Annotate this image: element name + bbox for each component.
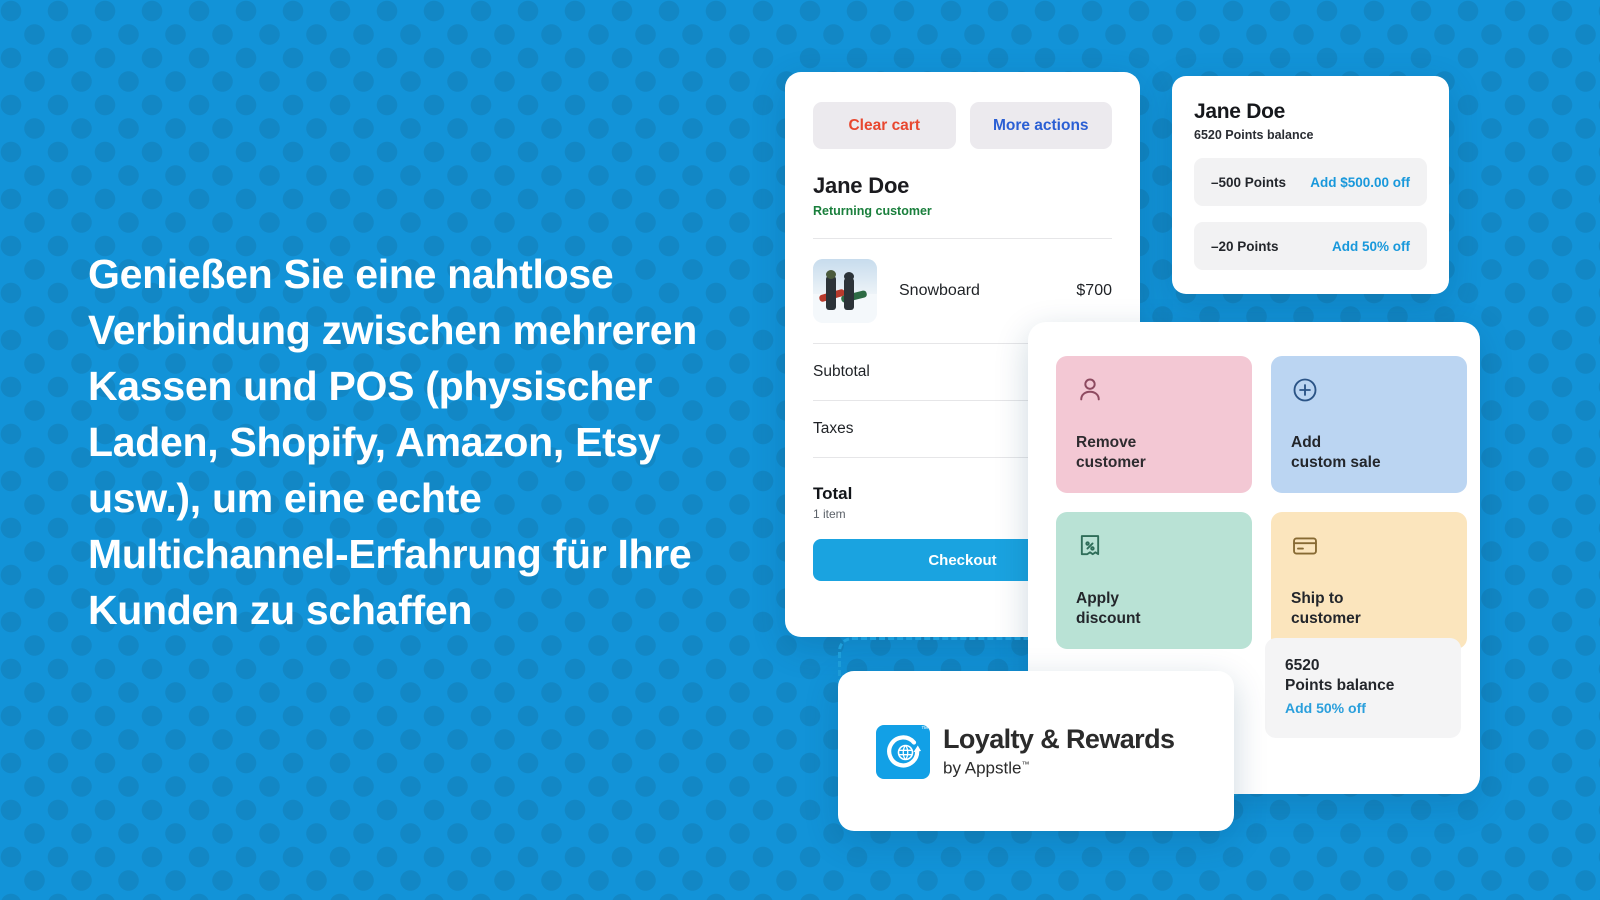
reward-points-cost: –20 Points	[1211, 238, 1279, 254]
trademark-symbol: ™	[1021, 760, 1030, 770]
reward-option-row[interactable]: –20 Points Add 50% off	[1194, 222, 1427, 270]
points-balance-apply-link[interactable]: Add 50% off	[1285, 700, 1441, 716]
reward-apply-link[interactable]: Add $500.00 off	[1310, 175, 1410, 190]
points-card-balance: 6520 Points balance	[1194, 128, 1314, 142]
tile-ship-to-customer[interactable]: Ship to customer	[1271, 512, 1467, 649]
appstle-wordmark: Loyalty & Rewards by Appstle™	[943, 724, 1175, 779]
more-actions-button[interactable]: More actions	[969, 102, 1112, 149]
tile-label: Add custom sale	[1291, 434, 1381, 471]
tile-label: Apply discount	[1076, 590, 1141, 627]
points-balance-label: Points balance	[1285, 677, 1395, 694]
cart-taxes-label: Taxes	[813, 420, 854, 437]
loyalty-points-card: Jane Doe 6520 Points balance –500 Points…	[1172, 76, 1449, 294]
cart-customer-block[interactable]: Jane Doe Returning customer	[813, 149, 1112, 238]
appstle-logo-card: ™ Loyalty & Rewards by Appstle™	[838, 671, 1234, 831]
logo-subtitle: by Appstle™	[943, 758, 1030, 778]
cart-item-price: $700	[1076, 282, 1112, 299]
logo-title: Loyalty & Rewards	[943, 724, 1175, 755]
cart-customer-name: Jane Doe	[813, 173, 910, 198]
clear-cart-button[interactable]: Clear cart	[813, 102, 956, 149]
action-tile-grid: Remove customer Add custom sale Apply di…	[1056, 356, 1480, 649]
trademark-symbol: ™	[921, 726, 928, 733]
appstle-brand-lockup: ™ Loyalty & Rewards by Appstle™	[876, 724, 1175, 779]
points-balance-tile[interactable]: 6520 Points balance Add 50% off	[1265, 638, 1461, 738]
snowboard-product-thumbnail	[813, 259, 877, 323]
credit-card-icon	[1293, 537, 1317, 555]
tile-remove-customer[interactable]: Remove customer	[1056, 356, 1252, 493]
cart-customer-status: Returning customer	[813, 204, 932, 218]
tile-apply-discount[interactable]: Apply discount	[1056, 512, 1252, 649]
tile-add-custom-sale[interactable]: Add custom sale	[1271, 356, 1467, 493]
reward-apply-link[interactable]: Add 50% off	[1332, 239, 1410, 254]
person-icon	[1080, 378, 1100, 401]
points-balance-number: 6520	[1285, 657, 1320, 674]
cart-item-name: Snowboard	[899, 282, 980, 299]
cart-actions-row: Clear cart More actions	[813, 102, 1112, 149]
tile-label: Remove customer	[1076, 434, 1146, 471]
reward-points-cost: –500 Points	[1211, 174, 1287, 190]
appstle-globe-arrow-icon: ™	[876, 725, 930, 779]
tile-label: Ship to customer	[1291, 590, 1361, 627]
reward-option-row[interactable]: –500 Points Add $500.00 off	[1194, 158, 1427, 206]
points-card-customer-name: Jane Doe	[1194, 100, 1285, 123]
plus-circle-icon	[1293, 378, 1317, 402]
cart-subtotal-label: Subtotal	[813, 363, 870, 380]
page-headline: Genießen Sie eine nahtlose Verbindung zw…	[88, 251, 698, 633]
receipt-percent-icon	[1080, 535, 1100, 556]
